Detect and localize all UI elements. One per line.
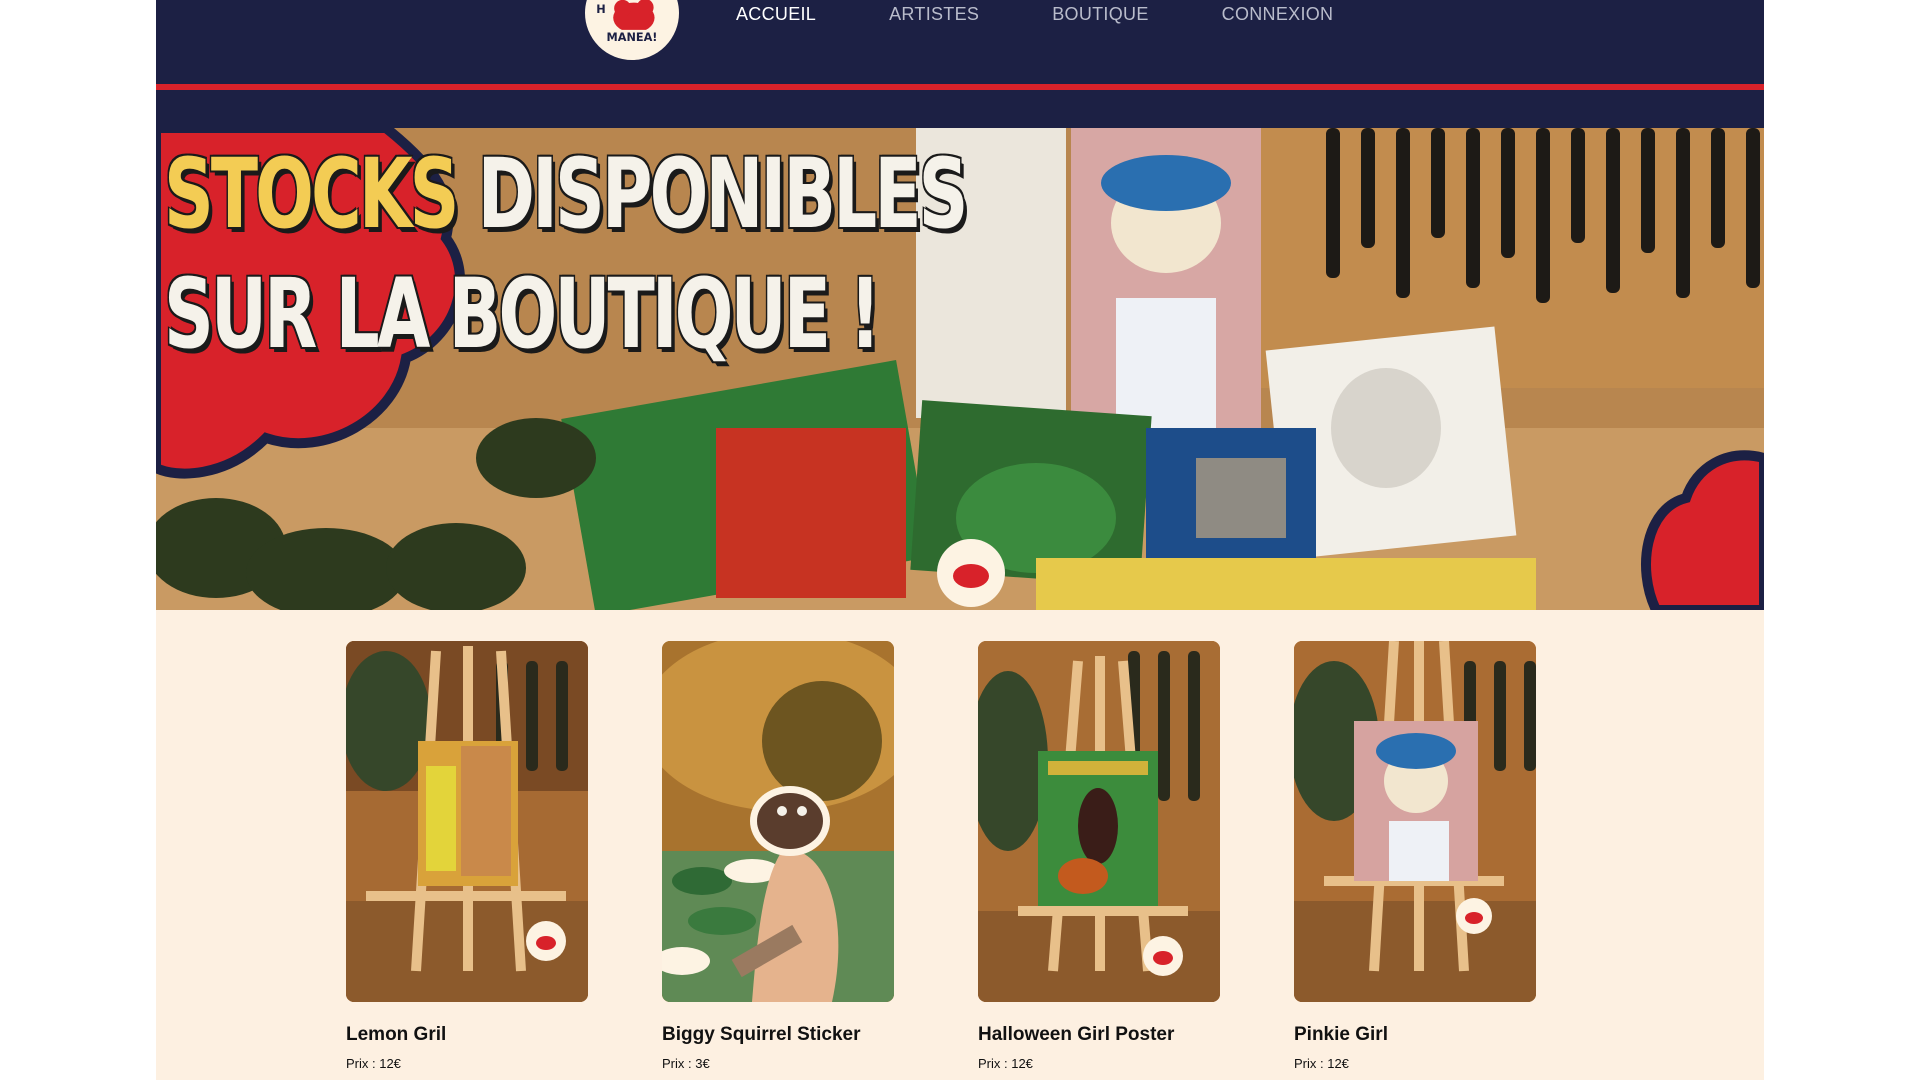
hero-line-1-rest: DISPONIBLES	[477, 138, 969, 250]
sticker-photo-image	[662, 641, 894, 1002]
product-price: Prix : 12€	[978, 1056, 1033, 1071]
product-price: Prix : 3€	[662, 1056, 710, 1071]
easel-poster-image	[346, 641, 588, 1002]
nav-link-accueil[interactable]: ACCUEIL	[736, 4, 816, 25]
product-card[interactable]: Lemon Gril Prix : 12€	[346, 641, 588, 1071]
site-logo[interactable]: MANEA! H	[581, 0, 683, 64]
nav-link-artistes[interactable]: ARTISTES	[889, 4, 979, 25]
navbar: MANEA! H ACCUEIL ARTISTES BOUTIQUE CONNE…	[156, 0, 1764, 84]
product-price: Prix : 12€	[346, 1056, 401, 1071]
easel-poster-image	[978, 641, 1220, 1002]
product-card[interactable]: Pinkie Girl Prix : 12€	[1294, 641, 1536, 1071]
svg-text:H: H	[596, 3, 605, 16]
hero-banner[interactable]: STOCKS DISPONIBLES SUR LA BOUTIQUE !	[156, 128, 1764, 610]
product-image[interactable]	[346, 641, 588, 1002]
hero-title: STOCKS DISPONIBLES SUR LA BOUTIQUE !	[164, 134, 1277, 374]
product-name[interactable]: Pinkie Girl	[1294, 1024, 1536, 1046]
logo-icon: MANEA! H	[586, 0, 678, 59]
product-card[interactable]: Biggy Squirrel Sticker Prix : 3€	[662, 641, 894, 1071]
hero-highlight-word: STOCKS	[164, 138, 459, 250]
page: MANEA! H ACCUEIL ARTISTES BOUTIQUE CONNE…	[156, 0, 1764, 1080]
hero-line-1: STOCKS DISPONIBLES	[164, 134, 969, 254]
product-name[interactable]: Biggy Squirrel Sticker	[662, 1024, 894, 1046]
hero-line-2: SUR LA BOUTIQUE !	[164, 258, 881, 370]
easel-poster-image	[1294, 641, 1536, 1002]
product-name[interactable]: Lemon Gril	[346, 1024, 588, 1046]
product-card[interactable]: Halloween Girl Poster Prix : 12€	[978, 641, 1220, 1071]
svg-text:MANEA!: MANEA!	[607, 31, 658, 44]
product-image[interactable]	[978, 641, 1220, 1002]
product-grid: Lemon Gril Prix : 12€ Biggy Squirrel Sti…	[346, 641, 1546, 1080]
product-image[interactable]	[662, 641, 894, 1002]
nav-link-boutique[interactable]: BOUTIQUE	[1052, 4, 1148, 25]
nav-band	[156, 90, 1764, 128]
product-image[interactable]	[1294, 641, 1536, 1002]
product-price: Prix : 12€	[1294, 1056, 1349, 1071]
product-name[interactable]: Halloween Girl Poster	[978, 1024, 1220, 1046]
nav-link-connexion[interactable]: CONNEXION	[1222, 4, 1334, 25]
main-nav: ACCUEIL ARTISTES BOUTIQUE CONNEXION	[736, 4, 1406, 25]
